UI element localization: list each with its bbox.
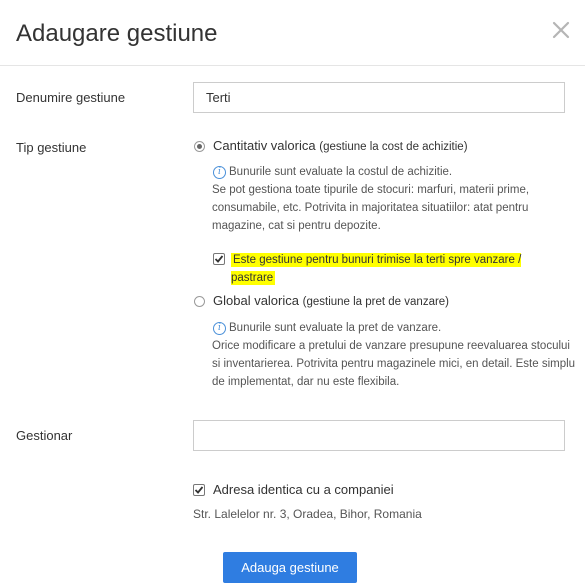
option-global-label[interactable]: Global valorica (gestiune la pret de van… [213,293,449,308]
checkmark-icon [194,486,204,494]
cantitativ-help-first: Bunurile sunt evaluate la costul de achi… [229,166,453,178]
radio-cantitativ-valorica[interactable] [194,141,205,152]
cantitativ-help: Bunurile sunt evaluate la costul de achi… [212,163,577,235]
close-icon [552,21,570,39]
radio-global-valorica[interactable] [194,296,205,307]
third-party-label-text: Este gestiune pentru bunuri trimise la t… [231,253,522,285]
third-party-label[interactable]: Este gestiune pentru bunuri trimise la t… [231,251,551,287]
name-input[interactable] [193,82,565,113]
cantitativ-help-rest: Se pot gestiona toate tipurile de stocur… [212,184,530,232]
add-gestiune-button[interactable]: Adauga gestiune [223,552,357,583]
global-help: Bunurile sunt evaluate la pret de vanzar… [212,319,577,391]
company-address: Str. Lalelelor nr. 3, Oradea, Bihor, Rom… [193,507,422,521]
same-address-label[interactable]: Adresa identica cu a companiei [213,482,394,497]
same-address-checkbox[interactable] [193,484,205,496]
manager-label: Gestionar [16,428,73,443]
option-global-main: Global valorica [213,293,299,308]
option-global-sub: (gestiune la pret de vanzare) [302,296,450,308]
modal-header: Adaugare gestiune [0,0,585,66]
option-cantitativ-label[interactable]: Cantitativ valorica (gestiune la cost de… [213,138,468,153]
third-party-checkbox[interactable] [213,253,225,265]
type-label: Tip gestiune [16,140,87,155]
checkmark-icon [214,255,224,263]
option-cantitativ-sub: (gestiune la cost de achizitie) [319,141,468,153]
name-label: Denumire gestiune [16,90,126,105]
modal-title: Adaugare gestiune [16,20,218,47]
global-help-rest: Orice modificare a pretului de vanzare p… [212,340,576,388]
option-cantitativ-main: Cantitativ valorica [213,138,316,153]
global-help-first: Bunurile sunt evaluate la pret de vanzar… [229,322,442,334]
close-button[interactable] [551,18,571,42]
manager-input[interactable] [193,420,565,451]
